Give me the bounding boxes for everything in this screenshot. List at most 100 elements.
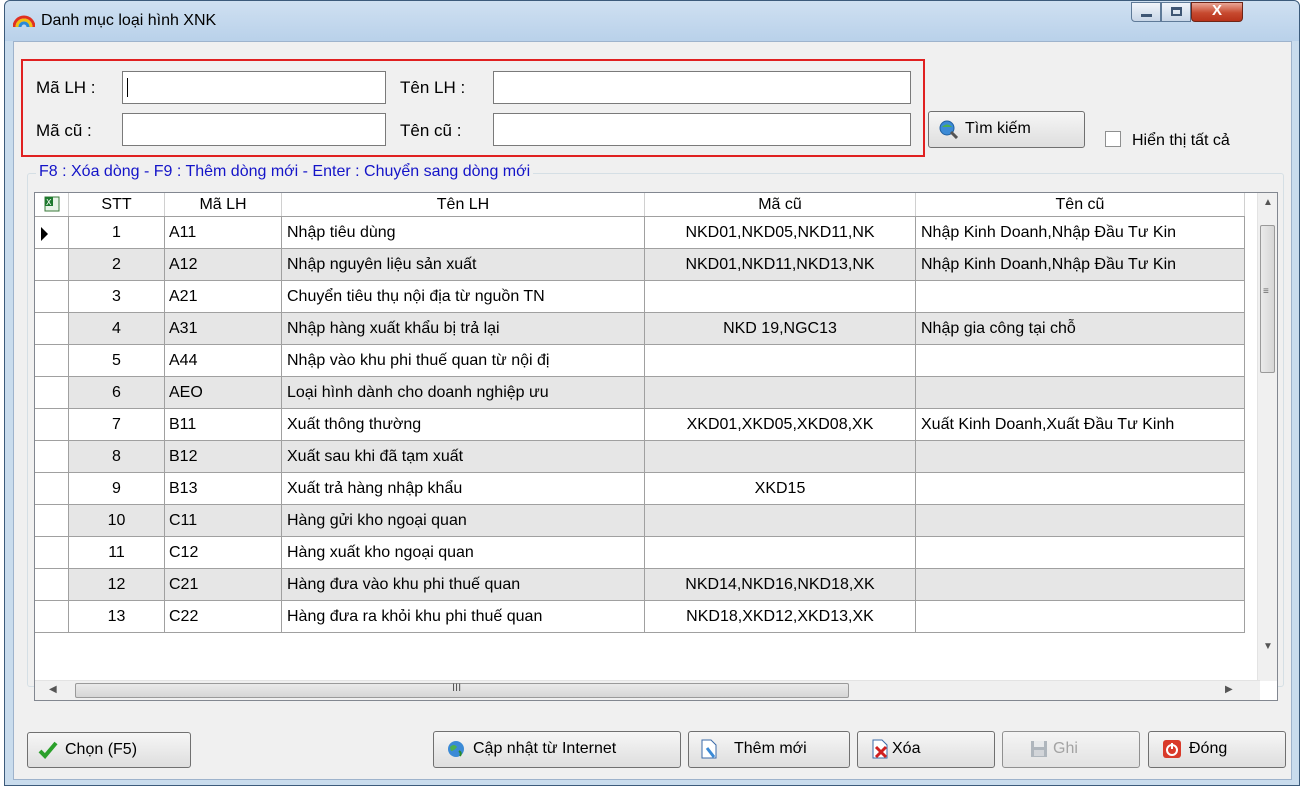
cell-ten-cu[interactable] xyxy=(916,377,1245,409)
cell-ma-lh[interactable]: C11 xyxy=(165,505,282,537)
table-row[interactable]: 12 C21 Hàng đưa vào khu phi thuế quan NKD14… xyxy=(35,569,1245,601)
cell-stt[interactable]: 11 xyxy=(69,537,165,569)
cell-ten-lh[interactable]: Xuất trả hàng nhập khẩu xyxy=(282,473,645,505)
scroll-left-arrow-icon[interactable]: ◀ xyxy=(49,684,57,695)
cell-stt[interactable]: 13 xyxy=(69,601,165,633)
cell-ten-lh[interactable]: Nhập nguyên liệu sản xuất xyxy=(282,249,645,281)
cell-ma-cu[interactable] xyxy=(645,377,916,409)
cell-ten-lh[interactable]: Chuyển tiêu thụ nội địa từ nguồn TN xyxy=(282,281,645,313)
close-button[interactable]: Đóng xyxy=(1148,731,1286,768)
cell-ten-lh[interactable]: Xuất thông thường xyxy=(282,409,645,441)
cell-ten-lh[interactable]: Hàng đưa ra khỏi khu phi thuế quan xyxy=(282,601,645,633)
excel-export-icon[interactable]: X xyxy=(35,193,69,216)
column-header-ten-lh[interactable]: Tên LH xyxy=(282,193,645,216)
table-row[interactable]: 11 C12 Hàng xuất kho ngoại quan xyxy=(35,537,1245,569)
maximize-button[interactable] xyxy=(1161,2,1191,22)
cell-ten-cu[interactable] xyxy=(916,505,1245,537)
row-selector[interactable] xyxy=(35,441,69,473)
ma-cu-input[interactable] xyxy=(122,113,386,146)
search-button[interactable]: Tìm kiếm xyxy=(928,111,1085,148)
cell-ma-lh[interactable]: A21 xyxy=(165,281,282,313)
ten-cu-input[interactable] xyxy=(493,113,911,146)
cell-ma-lh[interactable]: A44 xyxy=(165,345,282,377)
cell-ma-lh[interactable]: B12 xyxy=(165,441,282,473)
cell-ma-lh[interactable]: A12 xyxy=(165,249,282,281)
cell-ma-lh[interactable]: C22 xyxy=(165,601,282,633)
cell-ten-lh[interactable]: Nhập vào khu phi thuế quan từ nội đị xyxy=(282,345,645,377)
cell-ma-cu[interactable]: XKD01,XKD05,XKD08,XK xyxy=(645,409,916,441)
cell-ten-lh[interactable]: Hàng xuất kho ngoại quan xyxy=(282,537,645,569)
cell-ma-cu[interactable]: NKD01,NKD11,NKD13,NK xyxy=(645,249,916,281)
cell-ma-cu[interactable] xyxy=(645,537,916,569)
cell-ten-cu[interactable] xyxy=(916,281,1245,313)
cell-ten-cu[interactable]: Xuất Kinh Doanh,Xuất Đầu Tư Kinh xyxy=(916,409,1245,441)
add-new-button[interactable]: Thêm mới xyxy=(688,731,850,768)
cell-ten-lh[interactable]: Hàng gửi kho ngoại quan xyxy=(282,505,645,537)
row-selector[interactable] xyxy=(35,409,69,441)
vertical-scroll-thumb[interactable]: ≡ xyxy=(1260,225,1275,373)
cell-ten-cu[interactable] xyxy=(916,537,1245,569)
cell-stt[interactable]: 1 xyxy=(69,217,165,249)
cell-stt[interactable]: 12 xyxy=(69,569,165,601)
cell-stt[interactable]: 3 xyxy=(69,281,165,313)
column-header-stt[interactable]: STT xyxy=(69,193,165,216)
scroll-right-arrow-icon[interactable]: ▶ xyxy=(1225,684,1233,695)
cell-ma-lh[interactable]: C21 xyxy=(165,569,282,601)
table-row[interactable]: 1 A11 Nhập tiêu dùng NKD01,NKD05,NKD11,NK Nh… xyxy=(35,217,1245,249)
ma-lh-input[interactable] xyxy=(122,71,386,104)
cell-ma-cu[interactable] xyxy=(645,441,916,473)
row-selector[interactable] xyxy=(35,569,69,601)
cell-ten-cu[interactable] xyxy=(916,569,1245,601)
vertical-scrollbar[interactable]: ▲ ≡ ▼ xyxy=(1257,193,1277,681)
table-row[interactable]: 10 C11 Hàng gửi kho ngoại quan xyxy=(35,505,1245,537)
cell-stt[interactable]: 5 xyxy=(69,345,165,377)
table-row[interactable]: 7 B11 Xuất thông thường XKD01,XKD05,XKD08,X… xyxy=(35,409,1245,441)
row-selector[interactable] xyxy=(35,313,69,345)
table-row[interactable]: 13 C22 Hàng đưa ra khỏi khu phi thuế quan N… xyxy=(35,601,1245,633)
scroll-up-arrow-icon[interactable]: ▲ xyxy=(1263,197,1273,208)
close-window-button[interactable]: X xyxy=(1191,2,1243,22)
cell-ten-cu[interactable] xyxy=(916,345,1245,377)
cell-ten-lh[interactable]: Nhập hàng xuất khẩu bị trả lại xyxy=(282,313,645,345)
cell-ma-cu[interactable] xyxy=(645,345,916,377)
cell-ten-cu[interactable] xyxy=(916,441,1245,473)
cell-ten-cu[interactable] xyxy=(916,601,1245,633)
cell-stt[interactable]: 2 xyxy=(69,249,165,281)
row-selector[interactable] xyxy=(35,345,69,377)
cell-ten-cu[interactable]: Nhập Kinh Doanh,Nhập Đầu Tư Kin xyxy=(916,217,1245,249)
row-selector[interactable] xyxy=(35,281,69,313)
scroll-down-arrow-icon[interactable]: ▼ xyxy=(1263,641,1273,652)
table-row[interactable]: 8 B12 Xuất sau khi đã tạm xuất xyxy=(35,441,1245,473)
cell-ma-lh[interactable]: B13 xyxy=(165,473,282,505)
table-row[interactable]: 2 A12 Nhập nguyên liệu sản xuất NKD01,NKD11… xyxy=(35,249,1245,281)
cell-ma-lh[interactable]: AEO xyxy=(165,377,282,409)
column-header-ma-cu[interactable]: Mã cũ xyxy=(645,193,916,216)
cell-ma-cu[interactable]: NKD01,NKD05,NKD11,NK xyxy=(645,217,916,249)
cell-ma-cu[interactable]: NKD14,NKD16,NKD18,XK xyxy=(645,569,916,601)
cell-ten-lh[interactable]: Hàng đưa vào khu phi thuế quan xyxy=(282,569,645,601)
save-button[interactable]: Ghi xyxy=(1002,731,1140,768)
cell-ma-cu[interactable]: NKD 19,NGC13 xyxy=(645,313,916,345)
cell-stt[interactable]: 7 xyxy=(69,409,165,441)
row-selector[interactable] xyxy=(35,505,69,537)
table-row[interactable]: 6 AEO Loại hình dành cho doanh nghiệp ưu xyxy=(35,377,1245,409)
cell-stt[interactable]: 9 xyxy=(69,473,165,505)
horizontal-scrollbar[interactable]: ◀ III ▶ xyxy=(35,680,1260,700)
cell-ma-cu[interactable]: XKD15 xyxy=(645,473,916,505)
cell-ma-lh[interactable]: A31 xyxy=(165,313,282,345)
row-selector[interactable] xyxy=(35,537,69,569)
cell-ten-cu[interactable] xyxy=(916,473,1245,505)
cell-ma-lh[interactable]: B11 xyxy=(165,409,282,441)
cell-stt[interactable]: 4 xyxy=(69,313,165,345)
show-all-checkbox[interactable] xyxy=(1105,131,1121,147)
row-selector[interactable] xyxy=(35,217,69,249)
chon-button[interactable]: Chọn (F5) xyxy=(27,732,191,768)
row-selector[interactable] xyxy=(35,473,69,505)
cell-stt[interactable]: 6 xyxy=(69,377,165,409)
row-selector[interactable] xyxy=(35,249,69,281)
minimize-button[interactable] xyxy=(1131,2,1161,22)
cell-stt[interactable]: 8 xyxy=(69,441,165,473)
table-row[interactable]: 3 A21 Chuyển tiêu thụ nội địa từ nguồn TN xyxy=(35,281,1245,313)
horizontal-scroll-thumb[interactable]: III xyxy=(75,682,849,698)
row-selector[interactable] xyxy=(35,377,69,409)
